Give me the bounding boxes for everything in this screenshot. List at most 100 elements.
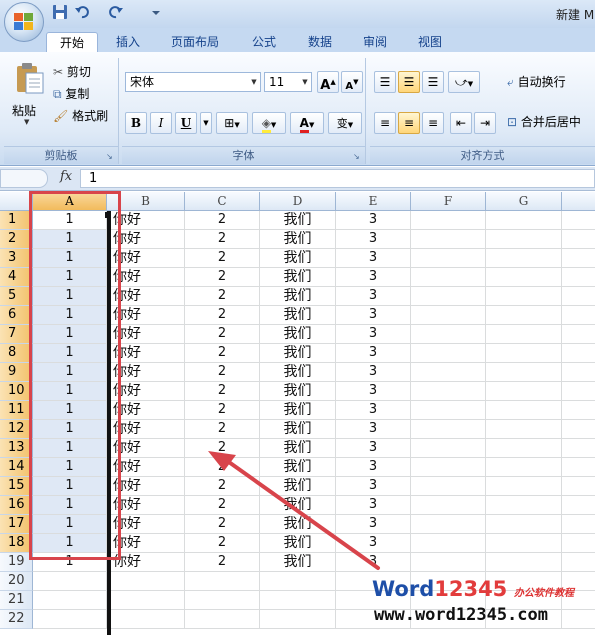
cell[interactable] [411,306,486,325]
cell[interactable] [486,496,562,515]
tab-view[interactable]: 视图 [410,32,450,52]
fill-color-button[interactable]: ◈▼ [252,112,286,134]
cell[interactable]: 2 [185,363,260,382]
cell[interactable] [562,458,595,477]
cell[interactable]: 3 [336,306,411,325]
cell[interactable] [562,382,595,401]
cell[interactable] [562,249,595,268]
undo-icon[interactable] [74,4,92,22]
cell[interactable]: 我们 [260,515,336,534]
cell[interactable] [562,401,595,420]
cell[interactable] [562,515,595,534]
increase-indent-button[interactable]: ⇥ [474,112,496,134]
cell[interactable]: 3 [336,249,411,268]
copy-button[interactable]: ⧉ 复制 [52,84,116,104]
cell[interactable]: 我们 [260,534,336,553]
font-size-select[interactable]: 11 ▼ [264,72,312,92]
cell[interactable]: 我们 [260,344,336,363]
chevron-down-icon[interactable]: ▼ [248,73,260,91]
formula-input[interactable]: 1 [80,169,595,188]
cell[interactable]: 3 [336,515,411,534]
cell[interactable]: 2 [185,458,260,477]
cell[interactable] [107,591,185,610]
cell[interactable] [562,325,595,344]
column-header-f[interactable]: F [411,192,486,211]
cell[interactable] [486,439,562,458]
cell[interactable]: 2 [185,496,260,515]
phonetic-guide-button[interactable]: 变▼ [328,112,362,134]
cell[interactable] [486,363,562,382]
cell[interactable] [260,572,336,591]
cell[interactable] [486,344,562,363]
cell[interactable]: 3 [336,344,411,363]
name-box[interactable] [0,169,48,188]
format-painter-button[interactable]: 🖌 格式刷 [52,106,118,126]
cell[interactable]: 我们 [260,401,336,420]
cell[interactable]: 我们 [260,496,336,515]
cell[interactable] [185,572,260,591]
row-header[interactable]: 22 [0,610,33,629]
grow-font-button[interactable]: A▲ [317,71,339,93]
cell[interactable]: 2 [185,287,260,306]
cell[interactable]: 3 [336,477,411,496]
cell[interactable]: 我们 [260,553,336,572]
cell[interactable] [107,572,185,591]
underline-dropdown-icon[interactable]: ▼ [200,112,212,134]
cell[interactable]: 3 [336,230,411,249]
cell[interactable] [411,420,486,439]
cell[interactable]: 我们 [260,287,336,306]
cell[interactable]: 2 [185,401,260,420]
cell[interactable] [411,249,486,268]
cell[interactable]: 2 [185,382,260,401]
cell[interactable] [411,553,486,572]
column-header-d[interactable]: D [260,192,336,211]
tab-data[interactable]: 数据 [300,32,340,52]
cell[interactable]: 我们 [260,477,336,496]
cell[interactable] [411,268,486,287]
column-header-c[interactable]: C [185,192,260,211]
cell[interactable]: 2 [185,325,260,344]
cell[interactable] [562,477,595,496]
cell[interactable] [486,515,562,534]
cell[interactable]: 2 [185,344,260,363]
cell[interactable]: 3 [336,401,411,420]
cell[interactable] [486,534,562,553]
cell[interactable]: 我们 [260,268,336,287]
cell[interactable] [486,401,562,420]
column-header-h[interactable] [562,192,595,211]
cell[interactable]: 3 [336,439,411,458]
cell[interactable] [411,477,486,496]
column-header-e[interactable]: E [336,192,411,211]
merge-center-button[interactable]: ⊡ 合并后居中 [506,112,595,132]
cell[interactable]: 我们 [260,363,336,382]
font-name-select[interactable]: 宋体 ▼ [125,72,261,92]
tab-formulas[interactable]: 公式 [242,32,286,52]
cell[interactable] [260,591,336,610]
cell[interactable]: 我们 [260,382,336,401]
align-right-button[interactable]: ≡ [422,112,444,134]
cell[interactable] [486,325,562,344]
borders-button[interactable]: ⊞▼ [216,112,248,134]
cell[interactable]: 3 [336,458,411,477]
cell[interactable]: 3 [336,268,411,287]
cell[interactable] [486,458,562,477]
cell[interactable]: 2 [185,439,260,458]
save-icon[interactable] [52,4,70,22]
cell[interactable] [562,230,595,249]
wrap-text-button[interactable]: ⤶ 自动换行 [506,72,594,92]
align-center-button[interactable]: ≡ [398,112,420,134]
cell[interactable]: 2 [185,515,260,534]
cell[interactable] [486,553,562,572]
cell[interactable] [185,591,260,610]
cell[interactable] [411,515,486,534]
cell[interactable]: 我们 [260,230,336,249]
align-middle-button[interactable]: ☰ [398,71,420,93]
cell[interactable] [411,230,486,249]
paste-dropdown-icon[interactable]: ▼ [24,118,29,126]
tab-review[interactable]: 审阅 [355,32,395,52]
underline-button[interactable]: U [175,112,197,134]
align-top-button[interactable]: ☰ [374,71,396,93]
cell[interactable] [411,458,486,477]
cell[interactable]: 3 [336,211,411,230]
cell[interactable]: 2 [185,211,260,230]
